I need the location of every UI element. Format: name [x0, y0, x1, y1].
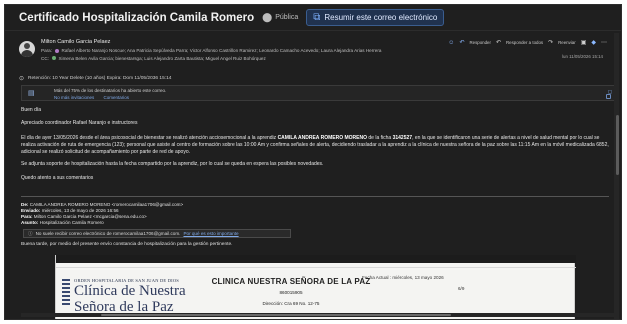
to-recipients[interactable]: Rafael Alberto Naranjo Noscue; Ana Patri… — [62, 48, 382, 53]
read-receipt-notice: ▤ Más del 75% de los destinatarios ha ab… — [21, 85, 617, 101]
emoji-react-icon[interactable]: ☺ — [448, 40, 454, 46]
globe-icon: ⬤ — [262, 12, 273, 22]
info-icon: ⓘ — [28, 231, 33, 236]
forward-button[interactable]: Reenviar — [558, 40, 576, 45]
clinic-logo-mark — [62, 279, 70, 305]
summarize-email-button[interactable]: ⧉ Resumir este correo electrónico — [306, 9, 445, 26]
external-sender-warning: ⓘ No suele recibir correo electrónico de … — [23, 229, 291, 238]
forwarded-header: De: CAMILA ANDREA ROMERO MORENO <romeroc… — [21, 202, 184, 226]
email-reading-pane: Certificado Hospitalización Camila Romer… — [4, 4, 622, 320]
screen-frame: Certificado Hospitalización Camila Romer… — [0, 0, 627, 324]
email-subject: Certificado Hospitalización Camila Romer… — [19, 11, 255, 24]
visibility-label: Pública — [275, 14, 299, 21]
copilot-sparkle-icon: ⧉ — [313, 12, 321, 23]
image-top-band — [56, 255, 576, 263]
comments-link[interactable]: Comentarios — [104, 95, 130, 100]
retention-policy: ⊙ Retención: 10 Year Delete (10 años) Ex… — [19, 76, 172, 82]
vertical-scroll-thumb[interactable] — [616, 115, 619, 175]
message-body: Buen día Apreciado coordinador Rafael Na… — [21, 107, 617, 319]
notice-links: No más invitaciones Comentarios — [54, 95, 137, 100]
apps-icon[interactable]: ◆ — [591, 39, 596, 46]
vertical-scrollbar[interactable] — [614, 33, 619, 319]
hospitalization-certificate-image[interactable]: ORDEN HOSPITALARIA DE SAN JUAN DE DIOS C… — [55, 255, 576, 319]
cc-recipients[interactable]: Ximena Belen Avila Garcia; bienestarsga;… — [58, 56, 265, 61]
notice-text: Más del 75% de los destinatarios ha abie… — [54, 88, 167, 93]
horizontal-scroll-thumb[interactable] — [101, 314, 451, 316]
message-header: Milton Camilo Garcia Pelaez Para: Rafael… — [11, 37, 611, 67]
divider — [21, 196, 609, 197]
forward-icon[interactable]: ↷ — [548, 39, 553, 46]
closing-line: Quedo atento a sus comentarios — [21, 175, 94, 181]
recipients: Para: Rafael Alberto Naranjo Noscue; Ana… — [41, 47, 421, 62]
reply-icon[interactable]: ↶ — [459, 39, 464, 46]
header-rule — [56, 267, 576, 268]
reply-button[interactable]: Responder — [469, 40, 490, 45]
summarize-label: Resumir este correo electrónico — [324, 13, 438, 22]
teams-icon[interactable]: ▣ — [581, 39, 587, 46]
no-more-invitations-link[interactable]: No más invitaciones — [54, 95, 94, 100]
salutation: Apreciado coordinador Rafael Naranjo e i… — [21, 120, 138, 126]
message-date: lun 11/05/2026 15:14 — [562, 54, 603, 59]
certificate-page: 6/9 — [458, 286, 465, 291]
chart-icon: ▤ — [28, 90, 35, 97]
to-line: Para: Rafael Alberto Naranjo Noscue; Ana… — [41, 48, 382, 53]
clinic-logo: ORDEN HOSPITALARIA DE SAN JUAN DE DIOS C… — [74, 278, 186, 315]
reply-all-icon[interactable]: ↶ — [496, 39, 501, 46]
sender-name[interactable]: Milton Camilo Garcia Pelaez — [41, 39, 110, 45]
side-panel-icon[interactable] — [606, 94, 611, 99]
cc-line: CC: Ximena Belen Avila Garcia; bienestar… — [41, 55, 266, 61]
retention-clock-icon: ⊙ — [19, 76, 25, 82]
why-important-link[interactable]: Por qué es esto importante — [183, 231, 238, 236]
horizontal-scrollbar[interactable] — [21, 313, 617, 317]
sender-avatar[interactable] — [19, 41, 35, 57]
attachment-note: Se adjunta soporte de hospitalización ha… — [21, 161, 324, 167]
greeting: Buen día — [21, 107, 42, 113]
subject-bar: Certificado Hospitalización Camila Romer… — [5, 5, 621, 31]
forwarded-body-text: Buena tarde, por medio del presente enví… — [21, 242, 233, 247]
more-options-icon[interactable]: ⋯ — [601, 39, 607, 46]
certificate-date: Fecha Actual : miércoles, 13 mayo 2026 — [362, 275, 444, 280]
reply-all-button[interactable]: Responder a todos — [506, 40, 543, 45]
message-actions: ☺ ↶ Responder ↶ Responder a todos ↷ Reen… — [448, 39, 607, 47]
main-paragraph: El día de ayer 13/05/2026 desde el área … — [21, 135, 609, 156]
certificate-heading: CLINICA NUESTRA SEÑORA DE LA PAZ 8600159… — [211, 277, 371, 306]
